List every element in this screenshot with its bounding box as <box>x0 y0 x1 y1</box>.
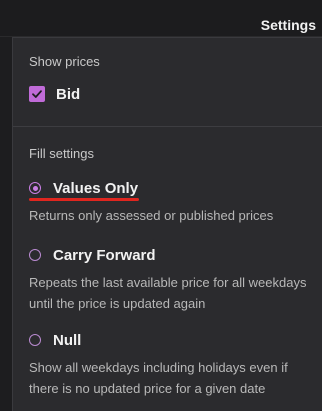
null-description: Show all weekdays including holidays eve… <box>29 360 288 396</box>
annotation-underline <box>29 198 139 201</box>
bid-checkbox[interactable] <box>29 86 45 102</box>
checkmark-icon <box>32 90 42 98</box>
radio-values-only[interactable]: Values Only <box>29 178 138 198</box>
settings-tab-title[interactable]: Settings <box>261 17 316 33</box>
fill-settings-heading: Fill settings <box>29 146 95 161</box>
null-radio-button[interactable] <box>29 334 41 346</box>
background-strip <box>0 37 12 411</box>
radio-carry-forward[interactable]: Carry Forward <box>29 245 156 265</box>
null-label: Null <box>53 331 82 349</box>
radio-null[interactable]: Null <box>29 330 81 350</box>
values-only-radio-button[interactable] <box>29 182 41 194</box>
carry-forward-description: Repeats the last available price for all… <box>29 275 307 311</box>
bid-checkbox-row[interactable]: Bid <box>29 84 80 104</box>
show-prices-heading: Show prices <box>29 54 100 69</box>
values-only-label: Values Only <box>53 179 139 197</box>
radio-selected-dot <box>32 185 38 191</box>
carry-forward-radio-button[interactable] <box>29 249 41 261</box>
top-bar: Settings <box>0 0 322 37</box>
settings-panel: Show prices Bid Fill settings Values Onl… <box>12 37 322 411</box>
bid-checkbox-label: Bid <box>56 85 81 103</box>
carry-forward-label: Carry Forward <box>53 246 156 264</box>
section-divider <box>13 126 322 127</box>
values-only-description: Returns only assessed or published price… <box>29 208 274 223</box>
